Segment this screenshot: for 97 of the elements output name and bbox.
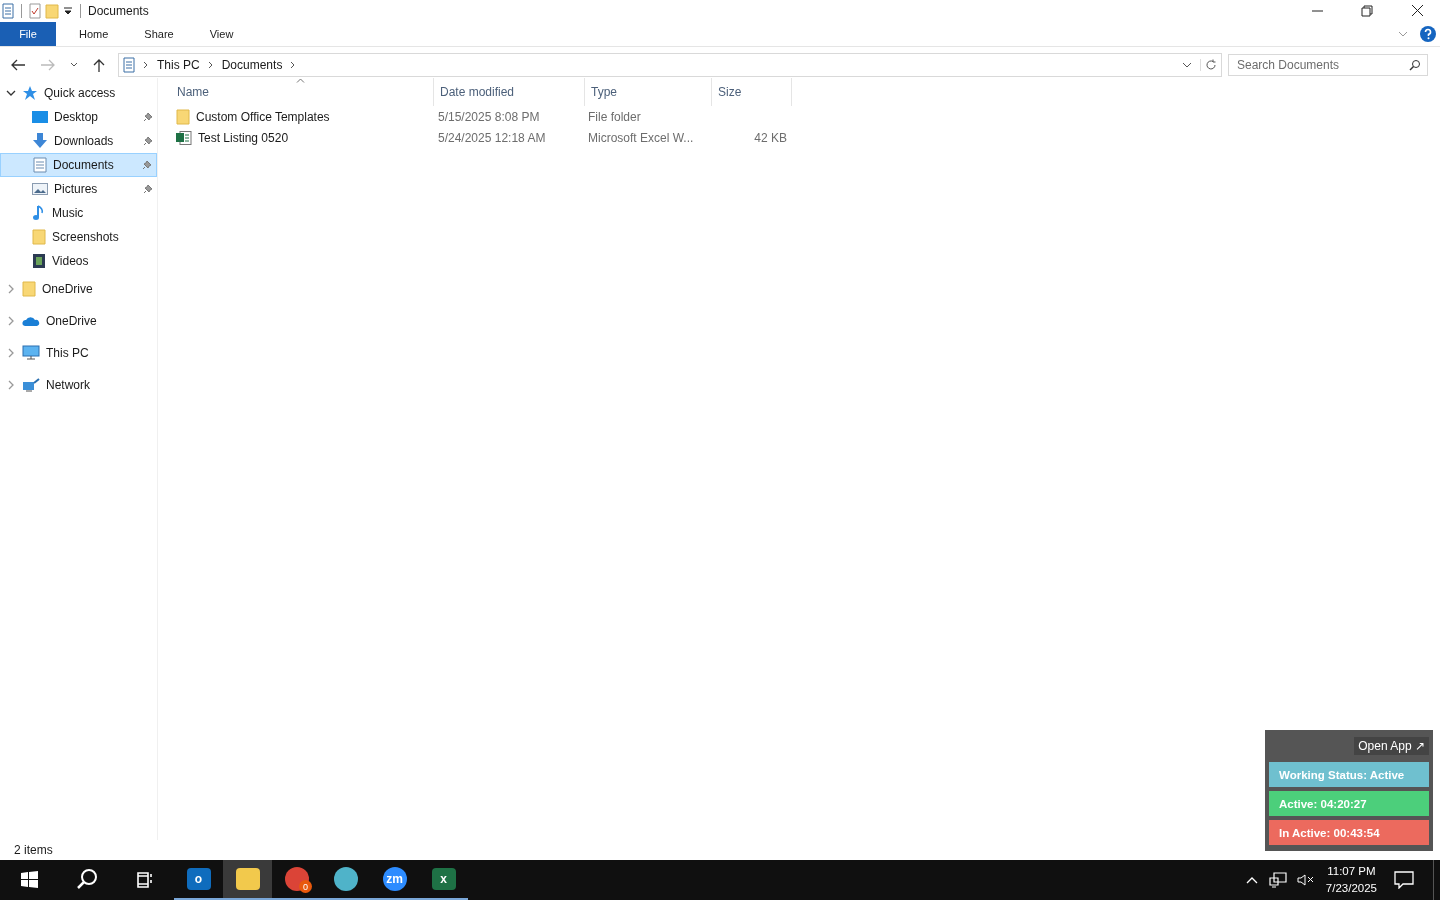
chevron-right-icon xyxy=(143,61,149,69)
sidebar-item[interactable]: Quick access xyxy=(0,81,157,105)
table-cell-text: File folder xyxy=(587,109,642,124)
sidebar-label: Music xyxy=(52,206,85,220)
sidebar-label: Network xyxy=(46,378,90,392)
folder-icon xyxy=(32,229,46,245)
star-icon xyxy=(22,85,38,101)
sidebar-item[interactable]: Downloads xyxy=(0,129,157,153)
address-bar[interactable]: This PC Documents xyxy=(118,53,1222,77)
sidebar-label: Documents xyxy=(53,158,115,172)
document-icon xyxy=(33,157,47,173)
app-icon: o xyxy=(186,868,211,890)
folder-icon xyxy=(22,281,36,297)
chevron-down-icon[interactable] xyxy=(6,88,16,98)
chevron-right-icon xyxy=(290,61,297,69)
muted-speaker-icon[interactable] xyxy=(1296,873,1315,887)
chevron-right-icon[interactable] xyxy=(6,284,16,294)
column-header[interactable]: Size xyxy=(712,78,792,106)
sidebar-label: OneDrive xyxy=(46,314,97,328)
app-icon xyxy=(235,868,260,890)
music-note-icon xyxy=(32,205,46,221)
chevron-right-icon[interactable] xyxy=(6,348,16,358)
sort-ascending-icon xyxy=(296,78,305,83)
recent-icon[interactable] xyxy=(70,62,78,68)
network-icon[interactable] xyxy=(1268,872,1287,888)
status-row: In Active: 00:43:54 xyxy=(1269,820,1429,845)
sidebar-label: Videos xyxy=(52,254,90,268)
chevron-right-icon[interactable] xyxy=(6,316,16,326)
ribbon-tab[interactable]: Home xyxy=(66,22,122,46)
app-icon: zm xyxy=(382,867,407,891)
cloud-icon xyxy=(22,315,40,327)
sidebar-item[interactable]: Documents xyxy=(0,153,157,177)
sidebar-label: Screenshots xyxy=(52,230,120,244)
picture-icon xyxy=(32,182,48,196)
network-icon xyxy=(22,377,40,393)
sidebar-label: Downloads xyxy=(54,134,115,148)
sidebar-item[interactable]: Videos xyxy=(0,249,157,273)
help-icon[interactable] xyxy=(1420,26,1436,42)
file-name[interactable]: Test Listing 0520 xyxy=(198,130,289,145)
table-cell-text: 5/24/2025 12:18 AM xyxy=(437,130,547,145)
sidebar-item[interactable]: OneDrive xyxy=(0,273,157,305)
taskbar-app[interactable]: x xyxy=(419,860,468,900)
refresh-icon[interactable] xyxy=(1200,59,1217,71)
sidebar-item[interactable]: Desktop xyxy=(0,105,157,129)
chevron-right-icon xyxy=(207,61,214,69)
sidebar-item[interactable]: Pictures xyxy=(0,177,157,201)
chevron-right-icon[interactable] xyxy=(6,380,16,390)
status-row: Working Status: Active xyxy=(1269,762,1429,787)
dropdown-icon[interactable] xyxy=(63,6,73,16)
file-tab[interactable]: File xyxy=(0,22,56,46)
folder-icon xyxy=(176,108,190,125)
chevron-up-icon[interactable] xyxy=(1244,875,1259,885)
table-cell-text: 5/15/2025 8:08 PM xyxy=(437,109,541,124)
notification-icon[interactable] xyxy=(1394,871,1414,889)
column-header[interactable]: Date modified xyxy=(434,78,585,106)
sidebar-label: Desktop xyxy=(54,110,100,124)
taskbar-app[interactable]: 0 xyxy=(272,860,321,900)
sidebar-item[interactable]: This PC xyxy=(0,337,157,369)
app-icon xyxy=(333,867,358,891)
breadcrumb-item[interactable]: Documents xyxy=(221,58,283,72)
open-app-button[interactable]: Open App ↗ xyxy=(1354,737,1429,755)
up-icon[interactable] xyxy=(92,58,106,72)
sidebar-label: This PC xyxy=(46,346,89,360)
back-icon[interactable] xyxy=(10,58,26,72)
sidebar-item[interactable]: Network xyxy=(0,369,157,401)
search-field[interactable]: Search Documents xyxy=(1228,54,1428,76)
ribbon-tab[interactable]: Share xyxy=(131,22,187,46)
spreadsheet-icon xyxy=(176,130,192,145)
table-cell-text: 42 KB xyxy=(753,130,788,145)
window-title: Documents xyxy=(88,4,149,18)
table-cell-text: Microsoft Excel W... xyxy=(587,130,695,145)
ribbon-tab[interactable]: View xyxy=(196,22,247,46)
document-icon xyxy=(123,57,135,73)
file-name[interactable]: Custom Office Templates xyxy=(196,109,330,124)
sidebar-item[interactable]: Music xyxy=(0,201,157,225)
chevron-down-icon[interactable] xyxy=(1182,61,1192,69)
breadcrumb-item[interactable]: This PC xyxy=(157,58,200,72)
sidebar-label: OneDrive xyxy=(42,282,93,296)
properties-icon[interactable] xyxy=(29,3,41,19)
search-icon xyxy=(1409,59,1421,71)
sidebar-label: Pictures xyxy=(54,182,99,196)
sidebar-label: Quick access xyxy=(44,86,116,100)
column-header[interactable]: Type xyxy=(585,78,712,106)
status-row: Active: 04:20:27 xyxy=(1269,791,1429,816)
taskbar-app[interactable] xyxy=(223,860,272,900)
download-icon xyxy=(32,133,48,149)
clock[interactable]: 11:07 PM 7/23/2025 xyxy=(1325,863,1377,897)
monitor-icon xyxy=(22,345,40,361)
app-icon xyxy=(284,867,309,891)
app-icon: x xyxy=(431,868,456,890)
desktop-icon xyxy=(32,110,48,124)
sidebar-item[interactable]: OneDrive xyxy=(0,305,157,337)
column-header[interactable]: Name xyxy=(176,78,434,106)
notification-badge: 0 xyxy=(299,880,312,893)
status-text: 2 items xyxy=(14,843,53,857)
film-icon xyxy=(32,253,46,269)
sidebar-item[interactable]: Screenshots xyxy=(0,225,157,249)
